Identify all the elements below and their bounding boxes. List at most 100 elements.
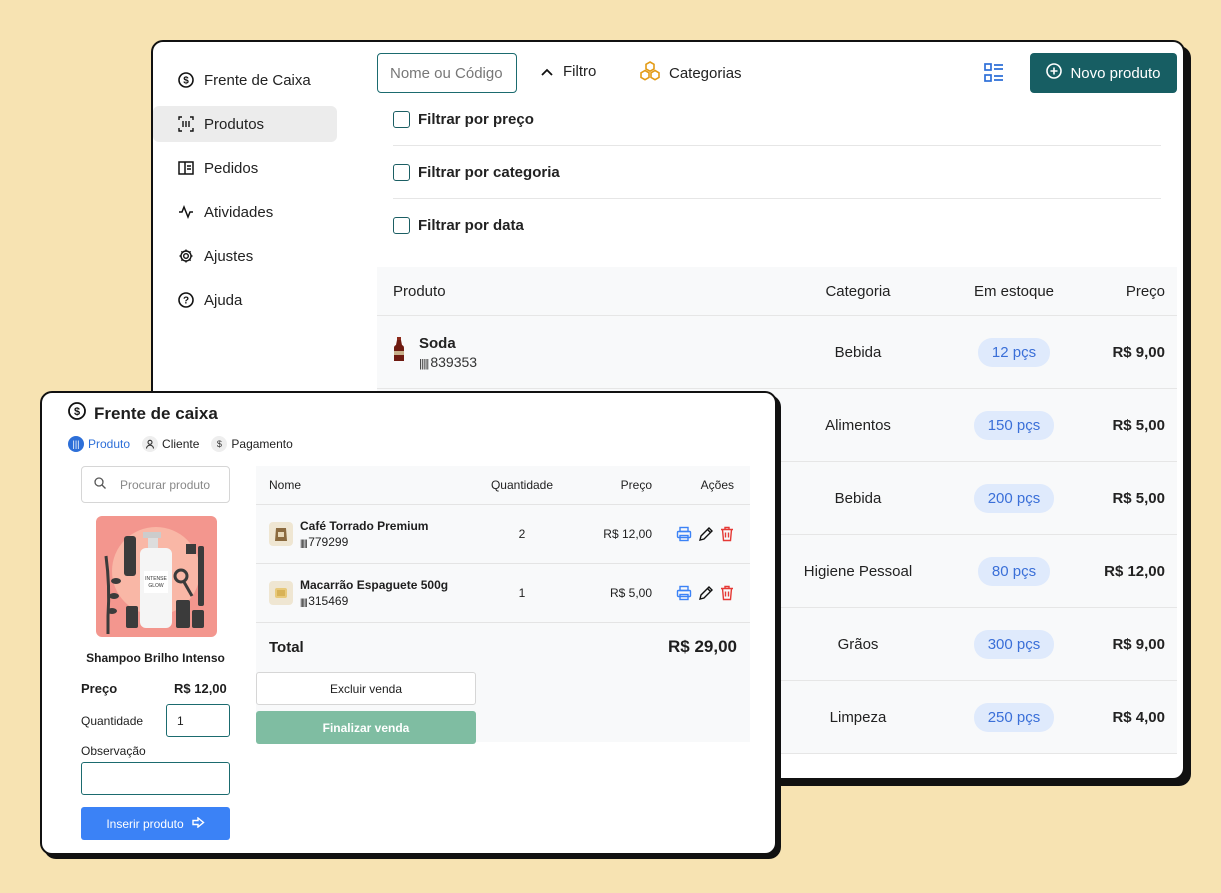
categories-label: Categorias (669, 64, 742, 82)
stock-badge: 300 pçs (973, 629, 1055, 659)
price-cell: R$ 4,00 (1112, 708, 1165, 726)
categories-button[interactable]: Categorias (639, 61, 742, 85)
category-cell: Limpeza (829, 708, 887, 726)
filter-by-category[interactable]: Filtrar por categoria (393, 146, 1161, 199)
barcode-icon: ||||| (419, 357, 431, 370)
barcode-icon: ||| (68, 436, 84, 452)
search-input[interactable]: Nome ou Código (377, 53, 517, 93)
pos-steps: ||| Produto Cliente $ Pagamento (68, 436, 305, 452)
product-info: Soda ||||| 839353 (419, 335, 477, 370)
filter-price-checkbox[interactable] (393, 110, 410, 128)
quantity-label: Quantidade (81, 714, 144, 728)
svg-text:$: $ (74, 406, 80, 418)
col-header-price: Preço (1125, 282, 1165, 300)
finish-sale-button[interactable]: Finalizar venda (256, 711, 476, 744)
barcode-icon: ||||| (300, 597, 309, 607)
arrow-right-icon (191, 816, 205, 831)
sidebar-item-label: Pedidos (204, 159, 259, 177)
filter-date-checkbox[interactable] (393, 217, 410, 234)
price-value: R$ 12,00 (174, 681, 227, 696)
barcode-scan-icon (177, 115, 195, 133)
quantity-input[interactable]: 1 (166, 704, 230, 737)
col-header-name: Nome (269, 478, 302, 492)
category-cell: Bebida (834, 343, 882, 361)
cart-item[interactable]: Café Torrado Premium ||||| 779299 2 R$ 1… (256, 505, 750, 564)
plus-circle-icon (1046, 63, 1063, 83)
delete-sale-button[interactable]: Excluir venda (256, 672, 476, 705)
cart-item-code: ||||| 779299 (300, 535, 428, 549)
col-header-product: Produto (393, 282, 446, 300)
selected-product-name: Shampoo Brilho Intenso (86, 651, 225, 665)
filter-category-checkbox[interactable] (393, 163, 410, 181)
trash-icon[interactable] (720, 526, 734, 542)
dollar-circle-icon: $ (177, 71, 195, 89)
table-row[interactable]: Soda ||||| 839353 Bebida 12 pçs R$ 9,00 (377, 316, 1177, 389)
notes-input[interactable] (81, 762, 230, 795)
category-cell: Higiene Pessoal (803, 562, 913, 580)
new-product-button[interactable]: Novo produto (1030, 53, 1177, 93)
cart-header: Nome Quantidade Preço Ações (256, 466, 750, 505)
insert-product-button[interactable]: Inserir produto (81, 807, 230, 840)
sidebar-item-frente-de-caixa[interactable]: $ Frente de Caixa (153, 62, 337, 98)
filter-by-date[interactable]: Filtrar por data (393, 199, 1161, 252)
filter-by-price[interactable]: Filtrar por preço (393, 93, 1161, 146)
stock-cell: 200 pçs (955, 483, 1073, 513)
cart-total: Total R$ 29,00 (256, 623, 750, 671)
sidebar-item-label: Atividades (204, 203, 274, 221)
gear-icon (177, 247, 195, 265)
step-pagamento[interactable]: $ Pagamento (211, 436, 293, 452)
filter-toggle-button[interactable]: Filtro (541, 63, 596, 80)
cart-item-code: ||||| 315469 (300, 594, 448, 608)
sidebar-item-pedidos[interactable]: Pedidos (153, 150, 337, 186)
cart-item-name: Café Torrado Premium (300, 519, 429, 533)
cart-item-price: R$ 12,00 (603, 527, 652, 541)
svg-text:$: $ (183, 76, 189, 87)
help-circle-icon: ? (177, 291, 195, 309)
trash-icon[interactable] (720, 585, 734, 601)
print-icon[interactable] (676, 585, 692, 601)
product-search-input[interactable]: Procurar produto (81, 466, 230, 503)
sidebar-item-atividades[interactable]: Atividades (153, 194, 337, 230)
edit-icon[interactable] (698, 526, 714, 542)
cart-item-info: Café Torrado Premium ||||| 779299 (256, 519, 472, 549)
price-cell: R$ 5,00 (1112, 416, 1165, 434)
sidebar-item-label: Produtos (204, 115, 265, 133)
cart-item-info: Macarrão Espaguete 500g ||||| 315469 (256, 578, 472, 608)
step-cliente[interactable]: Cliente (142, 436, 199, 452)
sidebar-item-produtos[interactable]: Produtos (153, 106, 337, 142)
filter-label: Filtrar por preço (418, 110, 534, 128)
cart-table: Nome Quantidade Preço Ações Café Torrado… (256, 466, 750, 744)
cart-item-qty: 1 (518, 586, 526, 600)
stock-cell: 250 pçs (955, 702, 1073, 732)
price-cell: R$ 5,00 (1112, 489, 1165, 507)
step-label: Produto (88, 437, 131, 451)
product-cell: Soda ||||| 839353 (377, 335, 761, 370)
print-icon[interactable] (676, 526, 692, 542)
step-label: Pagamento (231, 437, 293, 451)
edit-icon[interactable] (698, 585, 714, 601)
search-placeholder: Procurar produto (120, 477, 211, 492)
insert-product-label: Inserir produto (106, 816, 184, 831)
view-toggle-button[interactable] (983, 62, 1005, 89)
dollar-icon: $ (211, 436, 228, 452)
boxes-icon (639, 61, 661, 85)
cart-item-text: Macarrão Espaguete 500g ||||| 315469 (300, 578, 448, 608)
cart-item-code-value: 779299 (308, 535, 349, 549)
svg-text:GLOW: GLOW (148, 583, 164, 589)
stock-badge: 12 pçs (977, 337, 1051, 367)
cart-item-qty: 2 (518, 527, 526, 541)
cart-item[interactable]: Macarrão Espaguete 500g ||||| 315469 1 R… (256, 564, 750, 623)
step-produto[interactable]: ||| Produto (68, 436, 130, 452)
stock-badge: 200 pçs (973, 483, 1055, 513)
filter-label: Filtrar por categoria (418, 163, 560, 181)
coffee-bag-icon (269, 522, 293, 546)
col-header-qty: Quantidade (490, 478, 554, 492)
activity-icon (177, 203, 195, 221)
sidebar-item-ajustes[interactable]: Ajustes (153, 238, 337, 274)
col-header-price: Preço (620, 478, 652, 492)
sidebar-item-ajuda[interactable]: ? Ajuda (153, 282, 337, 318)
cart-item-text: Café Torrado Premium ||||| 779299 (300, 519, 428, 549)
stock-badge: 150 pçs (973, 410, 1055, 440)
product-image: INTENSE GLOW (96, 516, 217, 637)
svg-text:INTENSE: INTENSE (145, 576, 167, 582)
